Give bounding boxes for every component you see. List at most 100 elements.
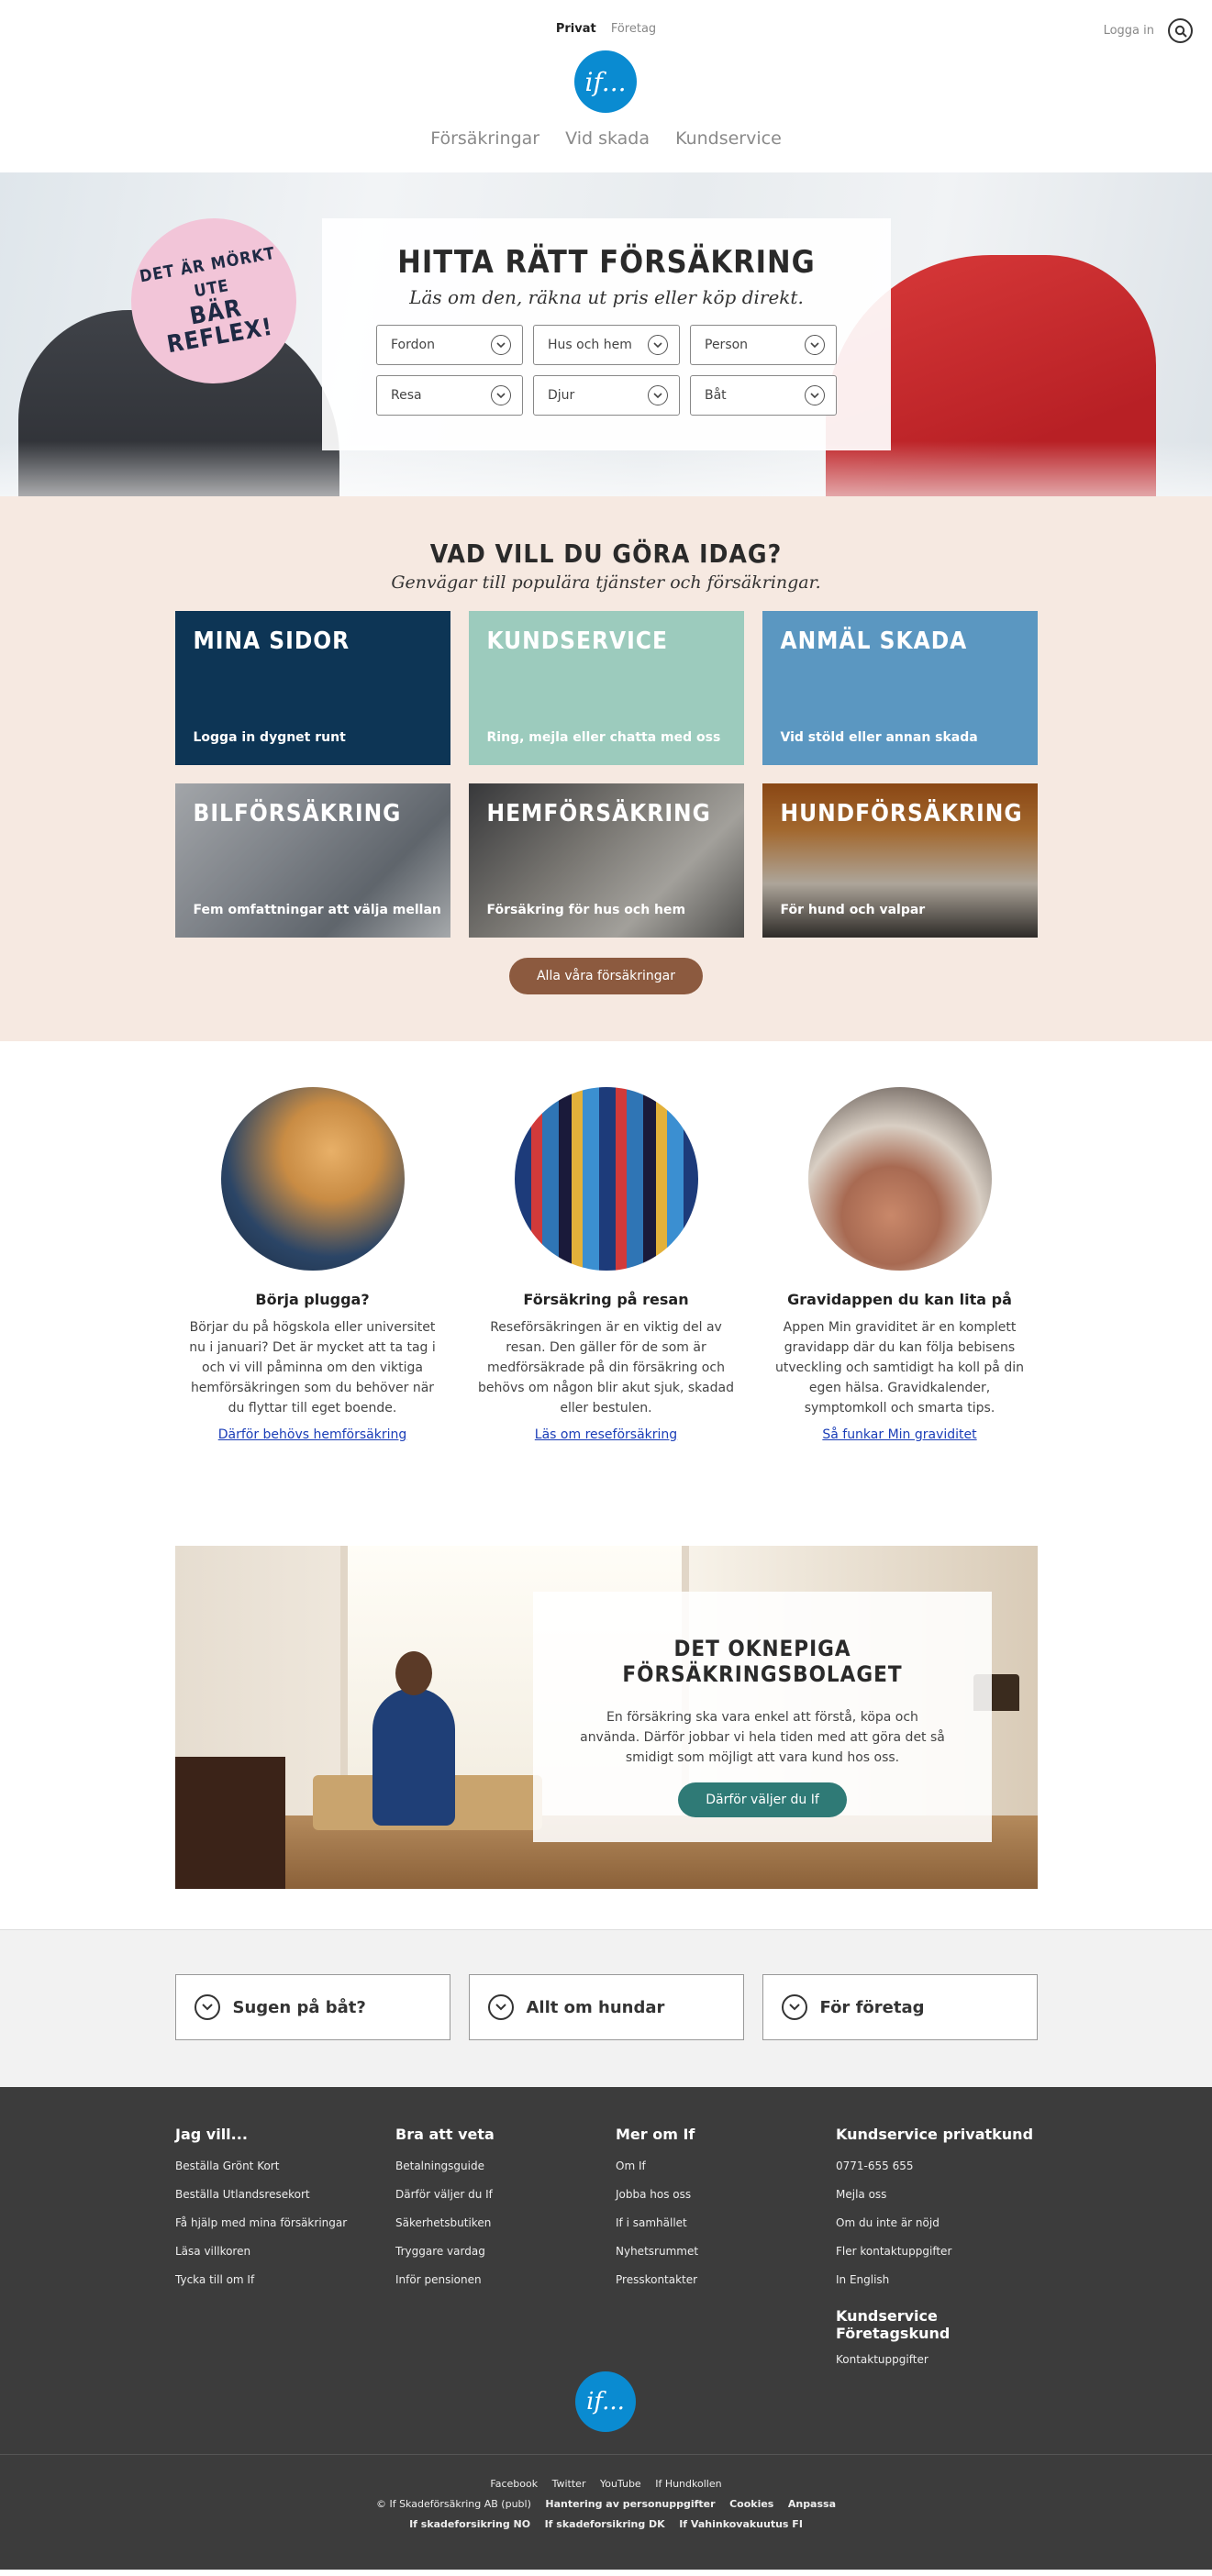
footer-link[interactable]: Fler kontaktuppgifter [836, 2237, 1056, 2266]
chevron-down-icon [487, 1994, 514, 2020]
country-link-dk[interactable]: If skadeforsikring DK [545, 2518, 665, 2530]
feature-text: Reseförsäkringen är en viktig del av res… [478, 1320, 734, 1416]
login-link[interactable]: Logga in [1104, 24, 1154, 38]
accordion-boat[interactable]: Sugen på båt? [174, 1974, 450, 2040]
footer-link[interactable]: Beställa Grönt Kort [175, 2152, 395, 2181]
footer-heading: Mer om If [616, 2126, 695, 2143]
social-twitter[interactable]: Twitter [552, 2478, 586, 2490]
feature-title: Börja plugga? [255, 1291, 370, 1308]
features-section: Börja plugga? Börjar du på högskola elle… [0, 1041, 1212, 1929]
footer-link[interactable]: Om If [616, 2152, 836, 2181]
footer-link[interactable]: Presskontakter [616, 2266, 836, 2294]
footer-link[interactable]: Beställa Utlandsresekort [175, 2181, 395, 2209]
footer-if-logo[interactable]: if... [575, 2371, 636, 2432]
select-vehicle[interactable]: Fordon [376, 325, 523, 365]
footer-link[interactable]: Läsa villkoren [175, 2237, 395, 2266]
if-logo[interactable]: if... [574, 50, 637, 113]
all-insurances-button[interactable]: Alla våra försäkringar [508, 958, 703, 994]
select-travel[interactable]: Resa [376, 375, 523, 416]
footer-link[interactable]: Betalningsguide [395, 2152, 616, 2181]
nav-insurances[interactable]: Försäkringar [430, 128, 539, 149]
tile-home-insurance[interactable]: Hemförsäkring Försäkring för hus och hem [468, 783, 744, 938]
social-hundkollen[interactable]: If Hundkollen [655, 2478, 721, 2490]
nav-customer-service[interactable]: Kundservice [675, 128, 782, 149]
logo-text: if... [584, 66, 627, 97]
why-choose-if-button[interactable]: Därför väljer du If [678, 1782, 847, 1817]
quick-subtitle: Genvägar till populära tjänster och förs… [391, 572, 821, 593]
footer-link[interactable]: Om du inte är nöjd [836, 2209, 1056, 2237]
select-animals[interactable]: Djur [533, 375, 680, 416]
social-youtube[interactable]: YouTube [600, 2478, 641, 2490]
footer-link[interactable]: Få hjälp med mina försäkringar [175, 2209, 395, 2237]
search-button[interactable] [1168, 18, 1193, 43]
footer-link[interactable]: Säkerhetsbutiken [395, 2209, 616, 2237]
chevron-down-icon [648, 385, 668, 405]
insurance-finder: Hitta rätt försäkring Läs om den, räkna … [322, 218, 891, 450]
segment-private[interactable]: Privat [556, 22, 596, 36]
segment-business[interactable]: Företag [611, 22, 656, 36]
nav-claims[interactable]: Vid skada [565, 128, 650, 149]
promo-card: Det oknepiga försäkringsbolaget En försä… [533, 1592, 992, 1842]
footer-heading: Jag vill... [175, 2126, 248, 2143]
footer-link[interactable]: In English [836, 2266, 1056, 2294]
select-boat[interactable]: Båt [690, 375, 837, 416]
accordion-dogs[interactable]: Allt om hundar [468, 1974, 744, 2040]
privacy-link[interactable]: Hantering av personuppgifter [545, 2498, 715, 2510]
feature-image-pregnancy [807, 1087, 992, 1271]
footer-link[interactable]: Därför väljer du If [395, 2181, 616, 2209]
footer-column-i-want: Jag vill... Beställa Grönt Kort Beställa… [175, 2126, 395, 2368]
cookies-link[interactable]: Cookies [729, 2498, 773, 2510]
site-header: Privat Företag Logga in if... Försäkring… [0, 0, 1212, 172]
tile-customer-service[interactable]: Kundservice Ring, mejla eller chatta med … [468, 611, 744, 765]
footer-column-more-about-if: Mer om If Om If Jobba hos oss If i samhä… [616, 2126, 836, 2368]
feature-text: Appen Min graviditet är en komplett grav… [774, 1320, 1024, 1416]
feature-image-travel-books [514, 1087, 698, 1271]
hero-banner: Det är mörkt ute Bär reflex! Hitta rätt … [0, 172, 1212, 496]
customize-link[interactable]: Anpassa [788, 2498, 836, 2510]
site-footer: Jag vill... Beställa Grönt Kort Beställa… [0, 2087, 1212, 2570]
footer-link[interactable]: 0771-655 655 [836, 2152, 1056, 2181]
chevron-down-icon [648, 335, 668, 355]
feature-study: Börja plugga? Börjar du på högskola elle… [184, 1087, 441, 1442]
feature-title: Gravidappen du kan lita på [787, 1291, 1012, 1308]
copyright: © If Skadeförsäkring AB (publ) [375, 2498, 531, 2510]
chevron-down-icon [491, 385, 511, 405]
accordion-business[interactable]: För företag [762, 1974, 1038, 2040]
footer-divider [0, 2454, 1212, 2455]
tile-car-insurance[interactable]: Bilförsäkring Fem omfattningar att välja … [174, 783, 450, 938]
feature-travel: Försäkring på resan Reseförsäkringen är … [478, 1087, 735, 1442]
quick-title: Vad vill du göra idag? [429, 539, 783, 569]
promo-title: Det oknepiga försäkringsbolaget [622, 1636, 903, 1687]
footer-link[interactable]: Kontaktuppgifter [836, 2351, 1056, 2368]
tile-my-pages[interactable]: Mina sidor Logga in dygnet runt [174, 611, 450, 765]
footer-link[interactable]: Tycka till om If [175, 2266, 395, 2294]
footer-heading: Kundservice privatkund [836, 2126, 1034, 2143]
footer-link[interactable]: Inför pensionen [395, 2266, 616, 2294]
footer-link[interactable]: Jobba hos oss [616, 2181, 836, 2209]
accordion-section: Sugen på båt? Allt om hundar För företag [0, 1929, 1212, 2087]
select-person[interactable]: Person [690, 325, 837, 365]
social-facebook[interactable]: Facebook [490, 2478, 538, 2490]
feature-title: Försäkring på resan [523, 1291, 689, 1308]
quick-links-section: Vad vill du göra idag? Genvägar till pop… [0, 496, 1212, 1041]
finder-title: Hitta rätt försäkring [397, 244, 816, 281]
footer-column-good-to-know: Bra att veta Betalningsguide Därför välj… [395, 2126, 616, 2368]
chevron-down-icon [491, 335, 511, 355]
feature-link[interactable]: Så funkar Min graviditet [822, 1427, 976, 1442]
select-home[interactable]: Hus och hem [533, 325, 680, 365]
tile-report-claim[interactable]: Anmäl skada Vid stöld eller annan skada [762, 611, 1038, 765]
country-link-no[interactable]: If skadeforsikring NO [409, 2518, 530, 2530]
footer-link[interactable]: Nyhetsrummet [616, 2237, 836, 2266]
feature-image-students [220, 1087, 405, 1271]
feature-pregnancy-app: Gravidappen du kan lita på Appen Min gra… [772, 1087, 1029, 1442]
feature-link[interactable]: Läs om reseförsäkring [535, 1427, 677, 1442]
tile-dog-insurance[interactable]: Hundförsäkring För hund och valpar [762, 783, 1038, 938]
chevron-down-icon [805, 385, 825, 405]
feature-link[interactable]: Därför behövs hemförsäkring [218, 1427, 407, 1442]
footer-link[interactable]: Tryggare vardag [395, 2237, 616, 2266]
footer-link[interactable]: If i samhället [616, 2209, 836, 2237]
search-icon [1174, 25, 1187, 38]
country-link-fi[interactable]: If Vahinkovakuutus FI [679, 2518, 803, 2530]
footer-link[interactable]: Mejla oss [836, 2181, 1056, 2209]
footer-heading-business: Kundservice Företagskund [836, 2307, 951, 2342]
